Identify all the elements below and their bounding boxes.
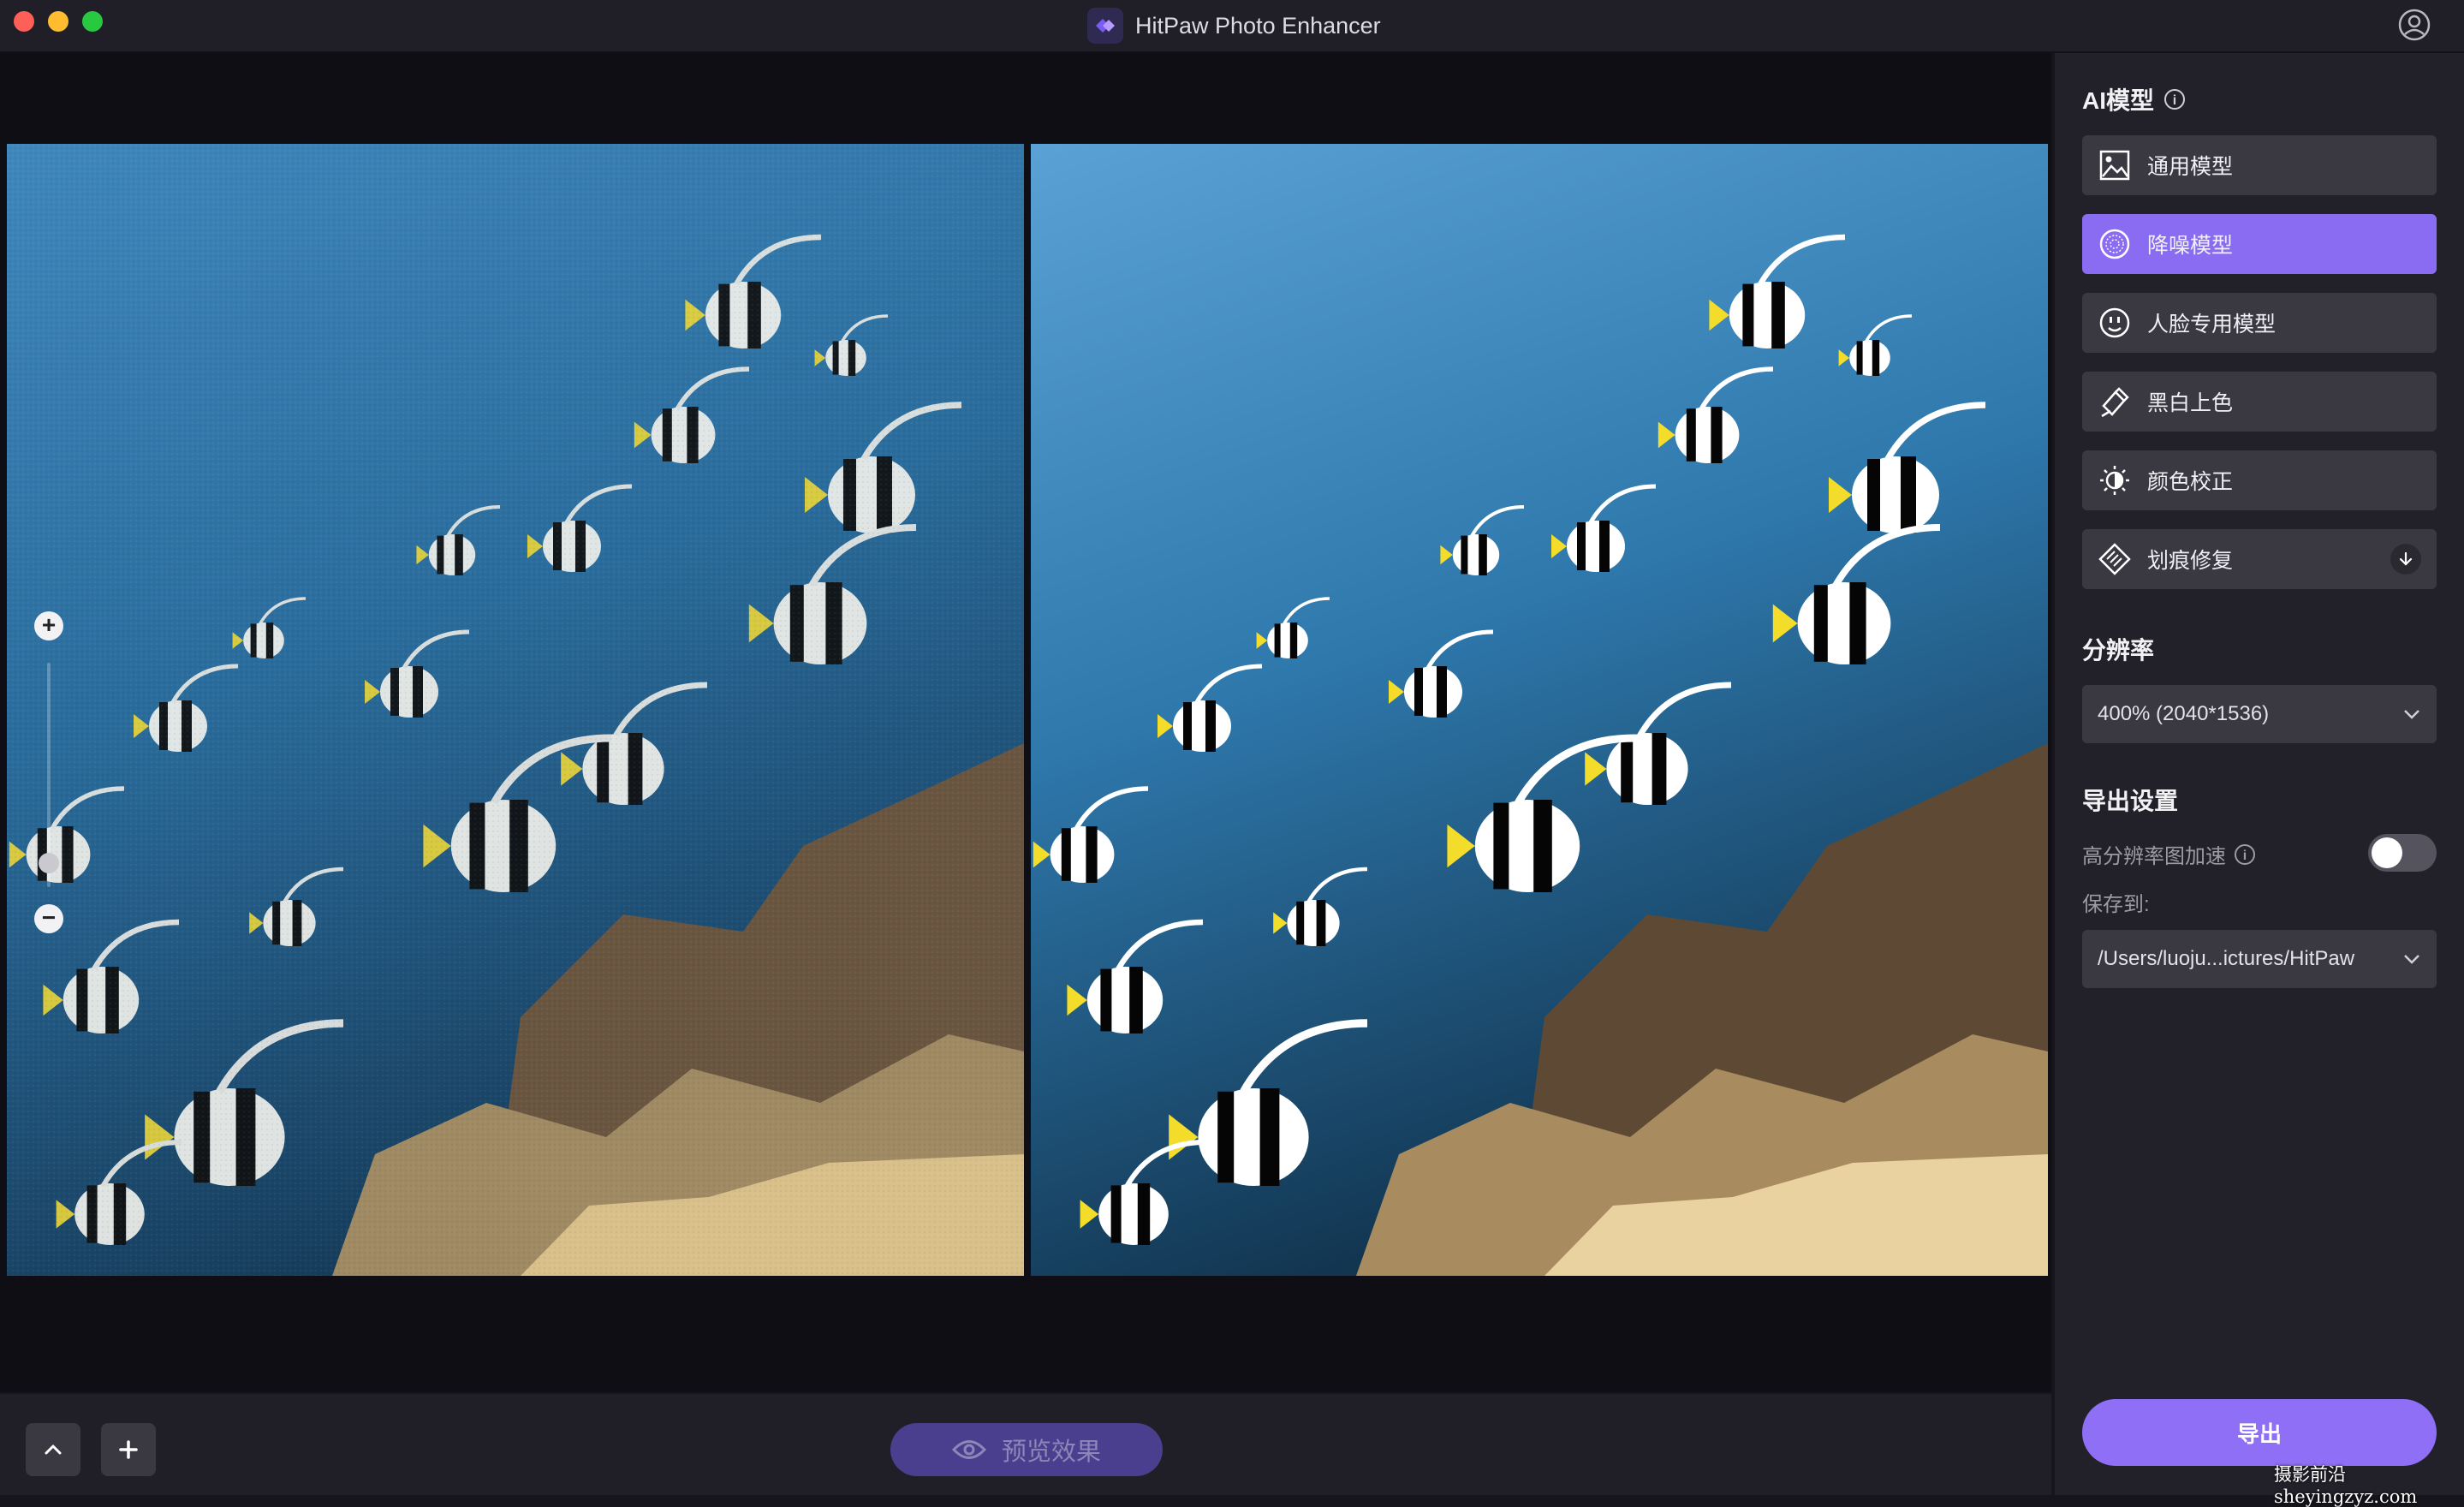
chevron-up-icon (45, 1444, 62, 1455)
zoom-in-button[interactable]: + (34, 611, 63, 640)
resolution-select[interactable]: 400% (2040*1536) (2082, 685, 2437, 743)
zoom-slider-handle[interactable] (39, 853, 59, 873)
plus-icon (119, 1440, 138, 1459)
save-to-label: 保存到: (2082, 893, 2150, 916)
chevron-down-icon (2404, 710, 2419, 719)
model-label: 降噪模型 (2147, 234, 2234, 258)
preview-effect-label: 预览效果 (1001, 1438, 1101, 1466)
title-bar: HitPaw Photo Enhancer (0, 0, 2464, 53)
info-icon[interactable]: i (2164, 89, 2186, 110)
model-label: 人脸专用模型 (2147, 313, 2277, 337)
maximize-window-button[interactable] (82, 11, 103, 32)
model-denoise[interactable]: 降噪模型 (2082, 214, 2437, 274)
model-colorize[interactable]: 黑白上色 (2082, 372, 2437, 432)
resolution-title: 分辨率 (2082, 637, 2155, 664)
info-icon[interactable]: i (2235, 843, 2255, 865)
chevron-down-icon (2404, 955, 2419, 964)
model-label: 划痕修复 (2147, 549, 2234, 573)
original-image (7, 144, 1024, 1276)
gpu-acceleration-row: 高分辨率图加速 i (2082, 839, 2255, 869)
resolution-value: 400% (2040*1536) (2098, 702, 2270, 725)
app-title: HitPaw Photo Enhancer (1087, 8, 1381, 44)
zoom-out-button[interactable]: − (34, 904, 63, 933)
gpu-acceleration-label: 高分辨率图加速 (2082, 845, 2226, 868)
toggle-knob (2372, 837, 2402, 868)
settings-panel: AI模型 i 通用模型 降噪模型 人脸专用模型 黑白上色 颜色校正 划痕修复 分… (2055, 53, 2464, 1495)
color-correct-icon (2098, 463, 2132, 497)
model-face[interactable]: 人脸专用模型 (2082, 293, 2437, 353)
model-label: 通用模型 (2147, 155, 2234, 179)
face-icon (2098, 306, 2132, 340)
export-button[interactable]: 导出 (2082, 1399, 2437, 1466)
save-path-value: /Users/luoju...ictures/HitPaw (2098, 947, 2355, 970)
window-title: HitPaw Photo Enhancer (1135, 12, 1381, 39)
preview-effect-button[interactable]: 预览效果 (890, 1423, 1163, 1476)
resolution-section-title: 分辨率 (2082, 632, 2154, 666)
gpu-acceleration-toggle[interactable] (2368, 834, 2437, 872)
export-settings-section-title: 导出设置 (2082, 783, 2178, 817)
model-scratch-repair[interactable]: 划痕修复 (2082, 529, 2437, 589)
watermark: 摄影前沿 sheyingzyz.com (2274, 1464, 2418, 1507)
close-window-button[interactable] (14, 11, 34, 32)
model-label: 黑白上色 (2147, 391, 2234, 415)
save-to-row: 保存到: (2082, 887, 2150, 917)
preview-canvas: + − (0, 53, 2051, 1392)
bottom-toolbar: 预览效果 (0, 1394, 2051, 1495)
model-label: 颜色校正 (2147, 470, 2234, 494)
ai-model-section-title: AI模型 i (2082, 82, 2186, 116)
save-path-select[interactable]: /Users/luoju...ictures/HitPaw (2082, 930, 2437, 988)
collapse-button[interactable] (26, 1423, 80, 1476)
model-color-correction[interactable]: 颜色校正 (2082, 450, 2437, 510)
model-general[interactable]: 通用模型 (2082, 135, 2437, 195)
colorize-icon (2098, 384, 2132, 419)
add-image-button[interactable] (101, 1423, 156, 1476)
image-icon (2098, 148, 2132, 182)
account-icon[interactable] (2397, 8, 2431, 42)
export-label: 导出 (2236, 1421, 2282, 1447)
ai-model-title: AI模型 (2082, 87, 2155, 114)
enhanced-image (1031, 144, 2048, 1276)
eye-icon (951, 1440, 986, 1459)
denoise-icon (2098, 227, 2132, 261)
hitpaw-logo-icon (1087, 8, 1123, 44)
export-settings-title: 导出设置 (2082, 788, 2179, 814)
minimize-window-button[interactable] (48, 11, 68, 32)
download-icon[interactable] (2390, 544, 2421, 575)
scratch-repair-icon (2098, 542, 2132, 576)
